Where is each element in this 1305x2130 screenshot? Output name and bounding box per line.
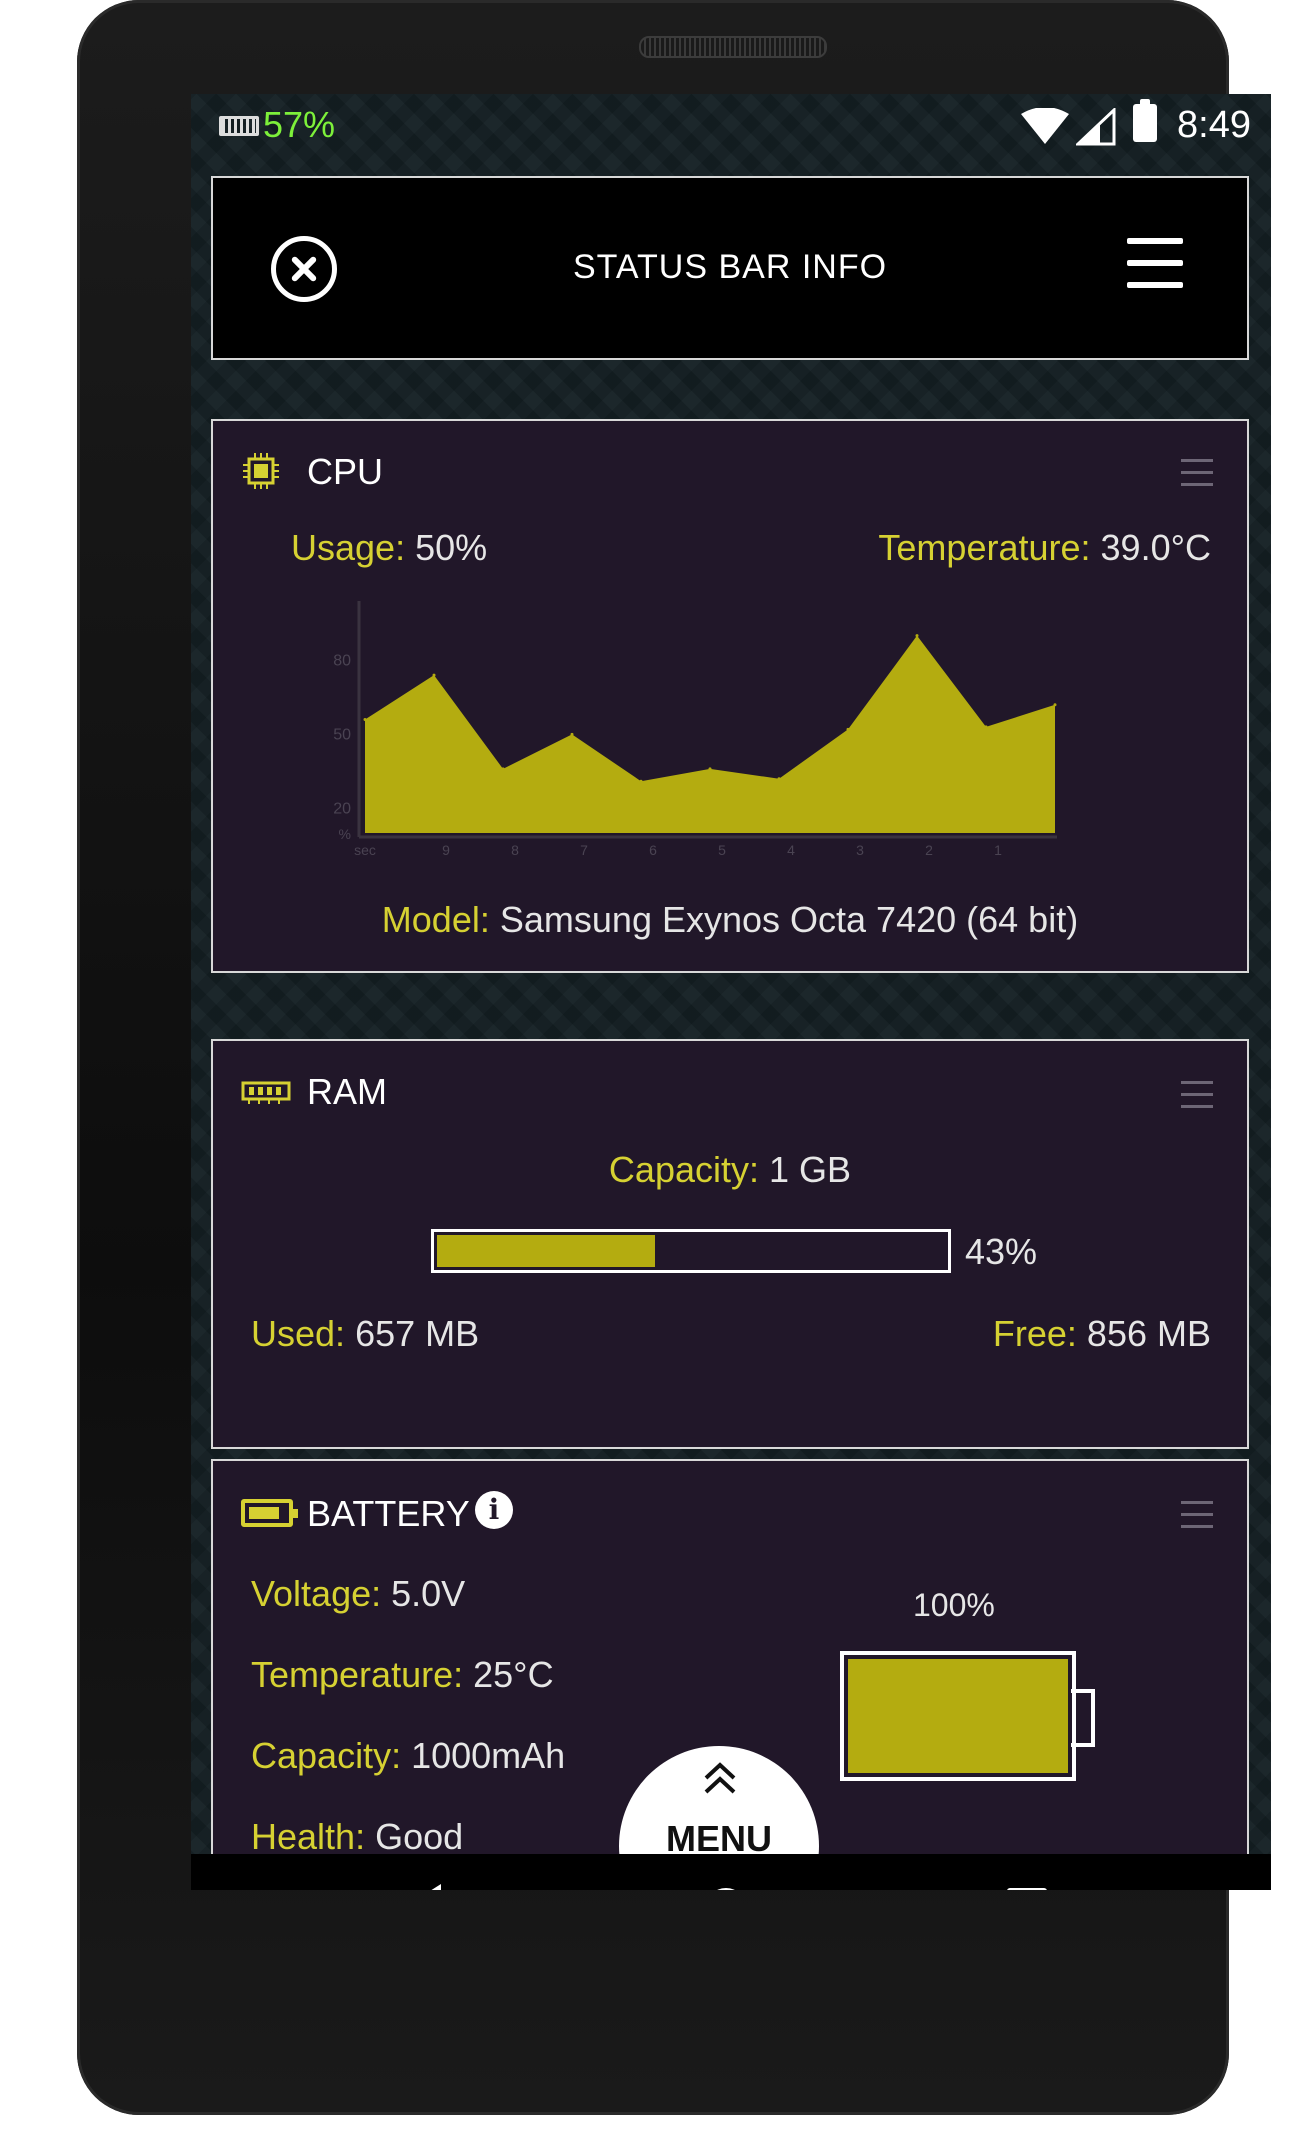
wifi-icon — [1021, 108, 1069, 144]
battery-voltage-value: 5.0V — [391, 1573, 466, 1614]
ram-capacity: Capacity: 1 GB — [213, 1149, 1247, 1191]
battery-temperature: Temperature: 25°C — [251, 1654, 554, 1696]
navigation-bar — [191, 1854, 1271, 1890]
ram-free: Free: 856 MB — [993, 1313, 1211, 1355]
battery-capacity-value: 1000mAh — [411, 1735, 566, 1776]
ram-capacity-value: 1 GB — [769, 1149, 852, 1190]
chart-data-point — [570, 732, 574, 736]
battery-level-percent: 100% — [913, 1587, 995, 1623]
chart-y-tick-label: 20 — [333, 800, 351, 817]
ram-used: Used: 657 MB — [251, 1313, 479, 1355]
battery-temperature-label: Temperature: — [251, 1654, 464, 1695]
ram-usage-fill — [437, 1235, 656, 1267]
cpu-model: Model: Samsung Exynos Octa 7420 (64 bit) — [213, 899, 1247, 941]
app-bar: STATUS BAR INFO — [211, 176, 1249, 360]
battery-health-label: Health: — [251, 1816, 366, 1857]
battery-voltage: Voltage: 5.0V — [251, 1573, 465, 1615]
cpu-temperature-label: Temperature: — [878, 527, 1091, 568]
ram-icon — [219, 116, 259, 136]
chart-x-tick-label: 7 — [580, 842, 588, 858]
ram-free-value: 856 MB — [1086, 1313, 1211, 1354]
ram-used-label: Used: — [251, 1313, 346, 1354]
home-icon[interactable] — [705, 1888, 747, 1890]
ram-usage-percent: 43% — [965, 1231, 1038, 1272]
chart-area-series — [365, 635, 1055, 833]
drag-handle-icon[interactable] — [1181, 459, 1213, 487]
clock: 8:49 — [1177, 104, 1251, 146]
cpu-usage-value: 50% — [415, 527, 488, 568]
chart-x-tick-label: 9 — [442, 842, 450, 858]
chart-x-tick-label: 1 — [994, 842, 1002, 858]
chart-data-point — [984, 725, 988, 729]
chart-data-point — [432, 673, 436, 677]
ram-module-icon — [241, 1081, 291, 1104]
cpu-model-value: Samsung Exynos Octa 7420 (64 bit) — [499, 899, 1079, 940]
screen: 57% 8:49 STATUS BAR INFO CPU Usage: 50% … — [191, 94, 1271, 1890]
ram-card[interactable]: RAM Capacity: 1 GB 43% Used: 657 MB Free… — [211, 1039, 1249, 1449]
cpu-model-label: Model: — [381, 899, 490, 940]
ram-title: RAM — [307, 1071, 387, 1112]
cpu-usage-chart: 80 50 20%sec 9 8 7 6 5 4 3 2 1 — [333, 601, 1057, 858]
signal-icon — [1076, 108, 1116, 146]
cpu-card[interactable]: CPU Usage: 50% Temperature: 39.0°C 80 50 2… — [211, 419, 1249, 973]
battery-level-fill — [848, 1659, 1068, 1773]
chart-x-tick-label: 5 — [718, 842, 726, 858]
cpu-usage: Usage: 50% — [291, 527, 487, 569]
chart-y-tick-label: 50 — [333, 726, 351, 743]
phone-frame: 57% 8:49 STATUS BAR INFO CPU Usage: 50% … — [77, 0, 1271, 2115]
recents-icon[interactable] — [1007, 1888, 1047, 1890]
cpu-usage-label: Usage: — [291, 527, 406, 568]
ram-used-value: 657 MB — [355, 1313, 480, 1354]
battery-title: BATTERY — [307, 1493, 470, 1534]
battery-terminal — [1071, 1689, 1095, 1747]
cpu-temperature-value: 39.0°C — [1100, 527, 1211, 568]
chart-data-point — [501, 767, 505, 771]
chart-x-tick-label: sec — [354, 842, 376, 858]
battery-icon — [1133, 99, 1157, 142]
drag-handle-icon[interactable] — [1181, 1081, 1213, 1109]
status-bar: 57% 8:49 — [191, 94, 1271, 160]
ram-usage-bar — [431, 1229, 951, 1273]
battery-voltage-label: Voltage: — [251, 1573, 382, 1614]
back-icon[interactable] — [403, 1884, 441, 1890]
chart-x-tick-label: 6 — [649, 842, 657, 858]
hamburger-menu-icon[interactable] — [1127, 238, 1183, 290]
info-icon[interactable]: i — [475, 1491, 513, 1529]
chart-x-tick-label: 4 — [787, 842, 795, 858]
drag-handle-icon[interactable] — [1181, 1501, 1213, 1529]
ram-capacity-label: Capacity: — [608, 1149, 759, 1190]
battery-health: Health: Good — [251, 1816, 463, 1858]
double-chevron-up-icon — [704, 1762, 736, 1794]
battery-health-value: Good — [375, 1816, 464, 1857]
chart-data-point — [363, 718, 367, 722]
chart-y-tick-label: 80 — [333, 652, 351, 669]
battery-capacity: Capacity: 1000mAh — [251, 1735, 565, 1777]
chart-y-axis-label: % — [339, 826, 351, 842]
battery-small-icon — [241, 1499, 298, 1527]
app-title: STATUS BAR INFO — [572, 248, 888, 286]
chart-data-point — [639, 779, 643, 783]
battery-capacity-label: Capacity: — [251, 1735, 402, 1776]
chart-data-point — [708, 767, 712, 771]
cpu-chip-icon — [243, 453, 279, 489]
chart-x-tick-label: 8 — [511, 842, 519, 858]
chart-x-tick-label: 2 — [925, 842, 933, 858]
chart-data-point — [846, 727, 850, 731]
battery-level-graphic — [840, 1651, 1076, 1781]
ram-free-label: Free: — [992, 1313, 1077, 1354]
chart-x-tick-label: 3 — [856, 842, 864, 858]
chart-data-point — [777, 777, 781, 781]
cpu-temperature: Temperature: 39.0°C — [878, 527, 1211, 569]
ram-percent-indicator: 57% — [263, 104, 336, 145]
chart-data-point — [915, 634, 919, 638]
cpu-title: CPU — [307, 451, 384, 492]
battery-temperature-value: 25°C — [473, 1654, 554, 1695]
chart-data-point — [1053, 703, 1057, 707]
speaker-grille — [639, 36, 827, 58]
